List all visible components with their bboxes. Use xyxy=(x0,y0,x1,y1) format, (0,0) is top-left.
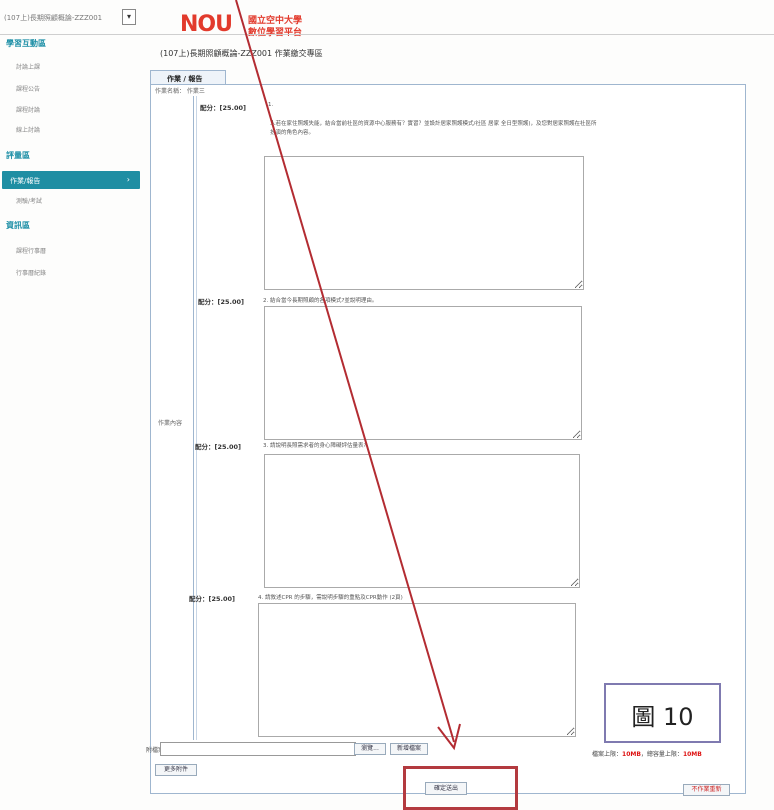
question-4-text: 4. 請敘述CPR 的步驟，需說明步驟的重點及CPR動作 (2頁) xyxy=(258,595,403,601)
sidebar-section-info: 資訊區 xyxy=(6,221,30,230)
quota-prefix: 檔案上限： xyxy=(592,751,623,758)
sidebar-item-exams[interactable]: 測驗/考試 xyxy=(16,196,42,205)
chevron-down-icon[interactable]: ▾ xyxy=(122,9,136,25)
sidebar-section-assessment: 評量區 xyxy=(6,151,30,160)
sidebar-item-calendar-log[interactable]: 行事曆紀錄 xyxy=(16,268,46,277)
question-2-score: 配分：[25.00] xyxy=(198,298,245,306)
figure-label-box: 圖 10 xyxy=(604,683,721,743)
page-title: (107上)長期照顧概論-ZZZ001 作業繳交專區 xyxy=(160,49,323,58)
content-label: 作業內容 xyxy=(158,420,183,427)
logo-line2: 數位學習平台 xyxy=(248,28,303,38)
answer-field-2[interactable] xyxy=(264,306,582,440)
question-1-number: 1. xyxy=(268,102,274,108)
more-attachments-button[interactable]: 更多附件 xyxy=(155,764,197,776)
browse-button[interactable]: 瀏覽... xyxy=(354,743,386,755)
sidebar-item-assignments-label: 作業/報告 xyxy=(10,177,41,185)
file-quota: 檔案上限：10MB，總容量上限：10MB xyxy=(592,749,702,758)
question-1-text: 人若在家住照護失能，結合當前社區的資源中心服務有？實習？並設計居家照護模式/社區… xyxy=(270,121,597,136)
quota-middle: ，總容量上限： xyxy=(640,751,683,758)
course-select-value: (107上)長期照顧概論-ZZZ001 xyxy=(4,14,103,22)
sidebar-item-announcements[interactable]: 課程公告 xyxy=(16,84,40,93)
submit-highlight-box xyxy=(403,766,518,810)
tab-label: 作業 / 報告 xyxy=(167,75,203,83)
reset-button[interactable]: 不作業重新 xyxy=(683,784,730,796)
question-2-text: 2. 結合當今長期照顧的各項模式?並說明理由。 xyxy=(263,298,378,304)
question-4-score: 配分：[25.00] xyxy=(189,595,236,603)
assignment-name: 作業名稱： 作業三 xyxy=(155,88,205,95)
tab-assignments[interactable]: 作業 / 報告 xyxy=(150,70,226,85)
attachment-path-input[interactable] xyxy=(160,742,356,756)
course-select[interactable]: (107上)長期照顧概論-ZZZ001 ▾ xyxy=(0,9,137,27)
sidebar-item-course-discussion[interactable]: 課程討論 xyxy=(16,105,40,114)
sidebar-item-lectures[interactable]: 討論上課 xyxy=(16,62,40,71)
answer-field-1[interactable] xyxy=(264,156,584,290)
answer-field-3[interactable] xyxy=(264,454,580,588)
chevron-right-icon: › xyxy=(126,175,130,184)
figure-label: 圖 10 xyxy=(631,703,694,731)
sidebar-section-interaction: 學習互動區 xyxy=(6,39,46,48)
question-3-text: 3. 請說明長照需求者的身心障礙評估量表? xyxy=(263,443,367,449)
header-divider xyxy=(0,34,774,35)
quota-file-limit: 10MB xyxy=(622,751,641,758)
answer-field-4[interactable] xyxy=(258,603,576,737)
sidebar-item-assignments[interactable]: 作業/報告 › xyxy=(2,171,140,189)
add-file-button[interactable]: 新增檔案 xyxy=(390,743,428,755)
question-1-score: 配分：[25.00] xyxy=(200,104,247,112)
sidebar-item-online-discussion[interactable]: 線上討論 xyxy=(16,125,40,134)
sidebar-item-calendar[interactable]: 課程行事曆 xyxy=(16,246,46,255)
question-3-score: 配分：[25.00] xyxy=(195,443,242,451)
quota-total-limit: 10MB xyxy=(682,751,702,758)
